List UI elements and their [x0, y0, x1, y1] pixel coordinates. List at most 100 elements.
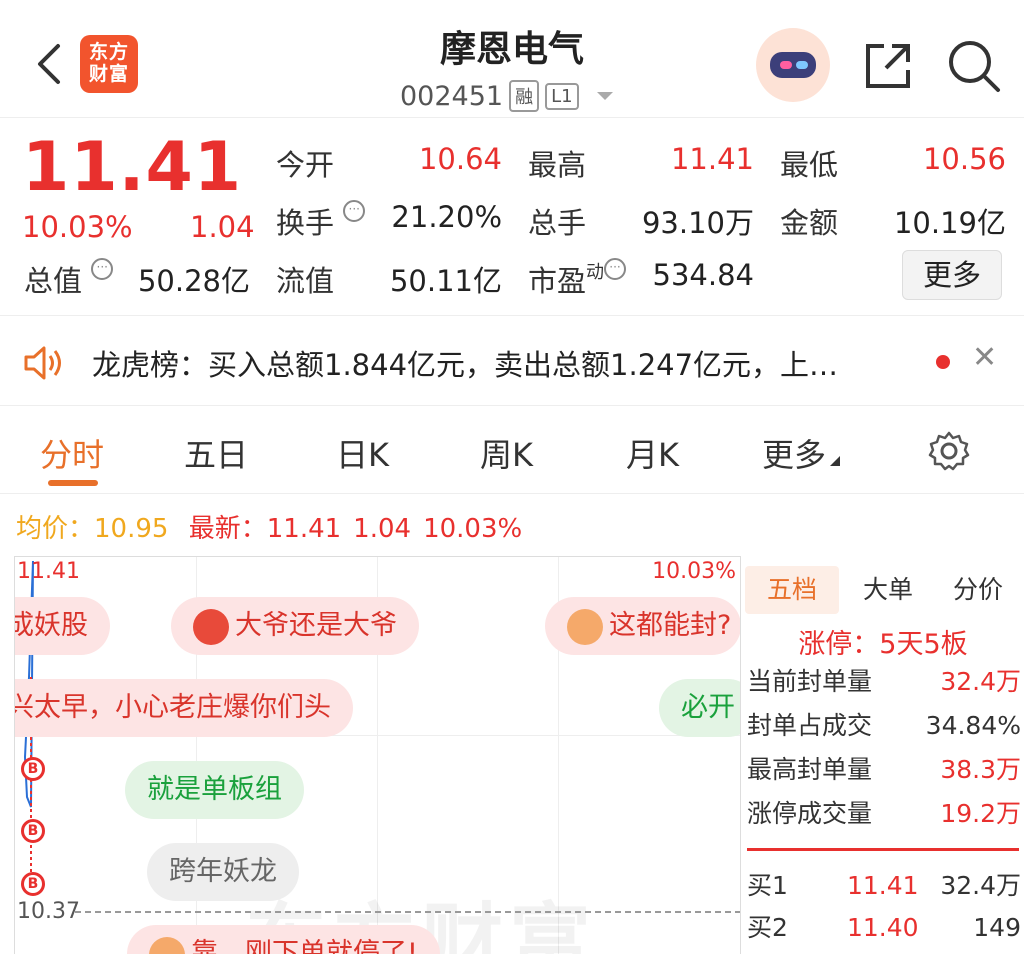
- change-amount: 1.04: [190, 210, 255, 244]
- cow-emoji-icon: [567, 608, 603, 645]
- mktcap-label-wrap[interactable]: 总值 ···: [24, 258, 114, 300]
- avg-label: 均价：: [16, 514, 95, 544]
- row-label: 最高封单量: [747, 755, 873, 784]
- latest-change: 1.04: [353, 514, 412, 544]
- pe-sup: 动: [586, 262, 605, 283]
- stock-code-row[interactable]: 002451 融 L1: [400, 78, 613, 114]
- comment-bubble[interactable]: 必开: [659, 679, 740, 737]
- change-percent: 10.03%: [22, 210, 133, 244]
- banner-text: 龙虎榜：买入总额1.844亿元，卖出总额1.247亿元，上…: [92, 348, 839, 382]
- firecracker-icon: [193, 608, 229, 645]
- tab-five-levels[interactable]: 五档: [745, 566, 839, 614]
- level-label: 买2: [747, 913, 788, 942]
- pe-label-wrap[interactable]: 市盈动 ···: [528, 258, 627, 300]
- comment-bubble[interactable]: 靠，刚下单就停了!: [127, 925, 440, 954]
- latest-value: 11.41: [266, 514, 342, 544]
- latest-label: 最新：: [188, 514, 267, 544]
- margin-tag: 融: [509, 80, 540, 112]
- seal-row: 涨停成交量 19.2万: [747, 794, 1021, 834]
- chart-high-pct: 10.03%: [652, 559, 736, 584]
- comment-bubble[interactable]: 就是单板组: [125, 761, 304, 819]
- level-qty: 149: [973, 913, 1021, 942]
- turnover-label: 换手: [276, 206, 335, 240]
- dragon-tiger-banner[interactable]: 龙虎榜：买入总额1.844亿元，卖出总额1.247亿元，上…: [0, 318, 1024, 406]
- latest-legend: 最新：11.41 1.04 10.03%: [189, 514, 534, 544]
- level-tag: L1: [545, 82, 579, 110]
- dropdown-caret-icon: [596, 92, 613, 100]
- chart-low-label: 10.37: [17, 899, 80, 924]
- level-price: 11.41: [847, 871, 919, 900]
- book-divider: [747, 848, 1019, 851]
- info-dots-icon[interactable]: ···: [91, 258, 114, 280]
- open-label: 今开: [276, 148, 335, 182]
- level-label: 买1: [747, 871, 788, 900]
- amount-value: 10.19亿: [893, 206, 1006, 240]
- row-value: 38.3万: [940, 755, 1021, 784]
- search-icon[interactable]: [946, 38, 1002, 94]
- avg-price-legend: 均价：10.95: [16, 514, 168, 544]
- comment-bubble[interactable]: 这都能封?: [545, 597, 740, 655]
- low-value: 10.56: [922, 142, 1006, 176]
- bid-level-row[interactable]: 买1 11.41 32.4万: [747, 866, 1021, 906]
- low-label: 最低: [780, 148, 839, 182]
- buy-marker-icon[interactable]: B: [21, 872, 45, 896]
- tab-more-label: 更多: [762, 436, 827, 474]
- comment-bubble[interactable]: 兴太早，小心老庄爆你们头: [15, 679, 353, 737]
- avg-value: 10.95: [94, 514, 169, 544]
- pe-value: 534.84: [652, 258, 754, 292]
- tab-five-day[interactable]: 五日: [184, 430, 248, 476]
- tab-price-distribution[interactable]: 分价: [933, 566, 1023, 614]
- row-value: 19.2万: [940, 799, 1021, 828]
- comment-text: 大爷还是大爷: [235, 610, 397, 641]
- cow-emoji-icon: [149, 936, 185, 954]
- row-label: 封单占成交: [747, 711, 873, 740]
- comment-text: 靠，刚下单就停了!: [191, 938, 418, 954]
- order-book-panel: 五档 大单 分价 涨停：5天5板 当前封单量 32.4万 封单占成交 34.84% …: [740, 556, 1024, 954]
- chart-period-tabs: 分时 五日 日K 周K 月K 更多: [0, 408, 1024, 494]
- current-price: 11.41: [22, 128, 243, 207]
- volume-value: 93.10万: [641, 206, 754, 240]
- seal-row: 当前封单量 32.4万: [747, 662, 1021, 702]
- tab-intraday[interactable]: 分时: [40, 430, 104, 476]
- tab-large-orders[interactable]: 大单: [843, 566, 933, 614]
- comment-bubble[interactable]: 大爷还是大爷: [171, 597, 419, 655]
- row-label: 当前封单量: [747, 667, 873, 696]
- buy-marker-icon[interactable]: B: [21, 819, 45, 843]
- share-icon[interactable]: [862, 40, 914, 92]
- intraday-chart[interactable]: 东方财富 11.41 10.03% 10.37 B B B 成妖股 大爷还是大爷…: [14, 556, 740, 954]
- seal-row: 最高封单量 38.3万: [747, 750, 1021, 790]
- more-button[interactable]: 更多: [902, 250, 1002, 300]
- level-price: 11.40: [847, 913, 919, 942]
- mktcap-label: 总值: [24, 264, 83, 298]
- ai-assistant-robot-icon[interactable]: [756, 28, 830, 102]
- high-label: 最高: [528, 148, 587, 182]
- comment-text: 这都能封?: [609, 610, 732, 641]
- info-dots-icon[interactable]: ···: [343, 200, 366, 222]
- buy-marker-icon[interactable]: B: [21, 757, 45, 781]
- order-book-tabs: 五档 大单 分价: [745, 566, 1021, 614]
- close-icon[interactable]: ✕: [972, 340, 997, 375]
- quote-panel: 11.41 10.03% 1.04 今开 10.64 最高 11.41 最低 1…: [0, 120, 1024, 316]
- bid-level-row[interactable]: 买2 11.40 149: [747, 908, 1021, 948]
- prev-close-line: [75, 911, 740, 913]
- float-label: 流值: [276, 264, 335, 298]
- comment-bubble[interactable]: 成妖股: [15, 597, 110, 655]
- info-dots-icon[interactable]: ···: [604, 258, 627, 280]
- tab-monthly-k[interactable]: 月K: [626, 430, 679, 476]
- turnover-value: 21.20%: [391, 200, 502, 234]
- row-label: 涨停成交量: [747, 799, 873, 828]
- tab-more[interactable]: 更多: [762, 430, 841, 476]
- top-bar: 东方 财富 摩恩电气 002451 融 L1: [0, 0, 1024, 118]
- mktcap-value: 50.28亿: [137, 264, 250, 298]
- tab-daily-k[interactable]: 日K: [336, 430, 389, 476]
- pe-label: 市盈: [528, 264, 587, 298]
- high-value: 11.41: [670, 142, 754, 176]
- comment-bubble[interactable]: 跨年妖龙: [147, 843, 299, 901]
- dropdown-corner-icon: [830, 456, 841, 466]
- row-value: 34.84%: [925, 711, 1021, 740]
- settings-gear-icon[interactable]: [928, 430, 970, 472]
- float-value: 50.11亿: [389, 264, 502, 298]
- turnover-label-wrap[interactable]: 换手 ···: [276, 200, 366, 242]
- intraday-summary: 均价：10.95 最新：11.41 1.04 10.03%: [16, 508, 546, 545]
- tab-weekly-k[interactable]: 周K: [480, 430, 533, 476]
